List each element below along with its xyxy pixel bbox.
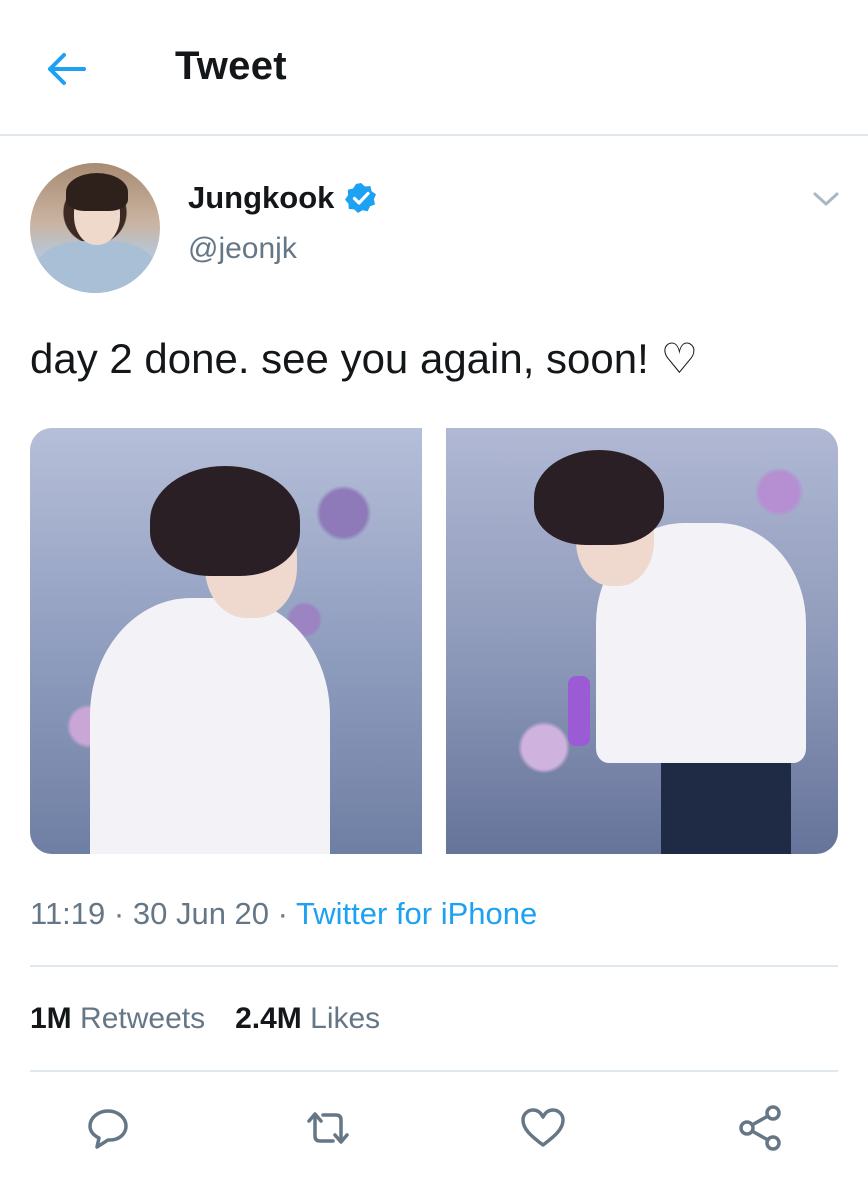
tweet-menu-button[interactable] [808, 184, 844, 214]
author-display-name: Jungkook [188, 180, 335, 215]
retweet-button[interactable] [300, 1100, 356, 1156]
like-heart-icon [521, 1108, 565, 1147]
reply-button[interactable] [80, 1100, 136, 1156]
likes-label: Likes [310, 1002, 381, 1035]
photo-2[interactable] [446, 428, 838, 854]
action-bar [0, 1100, 868, 1156]
tweet-time[interactable]: 11:19 [30, 896, 105, 931]
tweet-source-link[interactable]: Twitter for iPhone [296, 896, 537, 931]
chevron-down-icon [813, 192, 839, 206]
media-grid [30, 428, 838, 854]
top-bar: Tweet [0, 0, 868, 136]
retweets-count: 1M [30, 1002, 72, 1035]
retweets-label: Retweets [80, 1002, 206, 1035]
meta-separator: · [277, 896, 288, 931]
likes-count: 2.4M [235, 1002, 302, 1035]
tweet-date[interactable]: 30 Jun 20 [133, 896, 269, 931]
meta-separator: · [113, 896, 125, 931]
likes-stat[interactable]: 2.4M Likes [235, 1002, 380, 1036]
retweet-icon [307, 1112, 349, 1144]
tweet-text: day 2 done. see you again, soon! ♡ [30, 335, 699, 382]
share-icon [739, 1105, 781, 1151]
back-button[interactable] [40, 46, 92, 92]
reply-icon [88, 1109, 128, 1149]
retweets-stat[interactable]: 1M Retweets [30, 1002, 205, 1036]
author-handle[interactable]: @jeonjk [188, 232, 297, 266]
share-button[interactable] [732, 1100, 788, 1156]
divider [30, 965, 838, 967]
page-title: Tweet [175, 44, 287, 88]
arrow-left-icon [48, 53, 86, 85]
author-name-row[interactable]: Jungkook [188, 180, 378, 216]
tweet-timestamp-row: 11:19 · 30 Jun 20 · Twitter for iPhone [30, 896, 537, 932]
avatar[interactable] [30, 163, 160, 293]
verified-badge-icon [345, 183, 377, 213]
tweet-stats: 1M Retweets 2.4M Likes [30, 1002, 380, 1036]
like-button[interactable] [515, 1100, 571, 1156]
photo-1[interactable] [30, 428, 422, 854]
divider [30, 1070, 838, 1072]
